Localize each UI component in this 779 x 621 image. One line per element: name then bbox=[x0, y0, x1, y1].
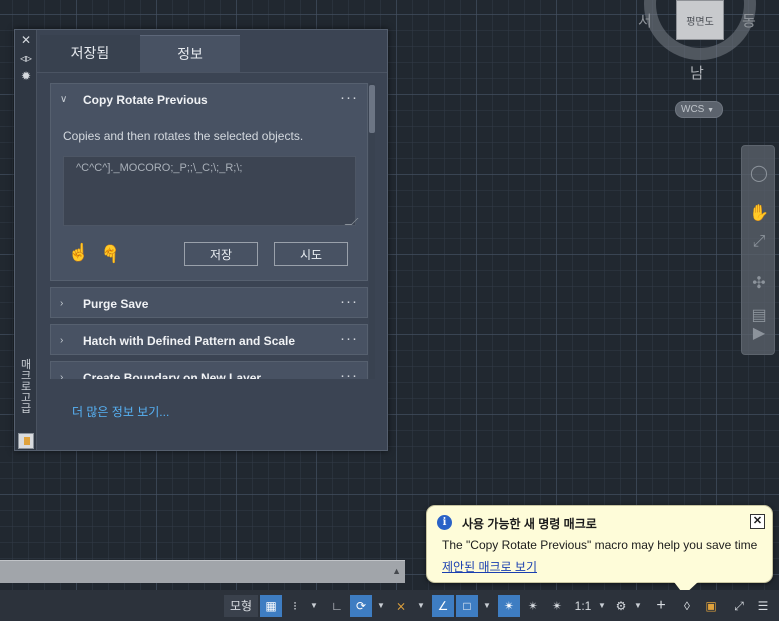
notification-title: 사용 가능한 새 명령 매크로 bbox=[462, 517, 597, 531]
ucs-menu[interactable]: WCS ▼ bbox=[675, 101, 723, 118]
macro-title: Create Boundary on New Layer bbox=[83, 371, 262, 379]
try-button[interactable]: 시도 bbox=[274, 242, 348, 266]
macro-card[interactable]: › Hatch with Defined Pattern and Scale ·… bbox=[50, 324, 368, 355]
chevron-down-icon[interactable]: ▼ bbox=[480, 595, 494, 617]
scrollbar-thumb[interactable] bbox=[369, 85, 375, 133]
macro-advisor-icon[interactable]: ▣ bbox=[700, 595, 722, 617]
chevron-down-icon[interactable]: ∨ bbox=[60, 94, 67, 105]
command-line[interactable]: ▲ bbox=[0, 560, 405, 583]
tab-saved[interactable]: 저장됨 bbox=[40, 35, 140, 72]
more-options-icon[interactable]: ··· bbox=[340, 89, 358, 106]
navigation-bar: ◯ ✋ ⤢ ✣ ▤ ▶ bbox=[741, 145, 775, 355]
more-options-icon[interactable]: ··· bbox=[340, 293, 358, 310]
model-space-button[interactable]: 모형 bbox=[224, 595, 258, 617]
showmotion-icon[interactable]: ▤ bbox=[749, 306, 769, 326]
macro-card[interactable]: › Purge Save ··· bbox=[50, 287, 368, 318]
chevron-down-icon[interactable]: ▼ bbox=[374, 595, 388, 617]
viewcube-face[interactable]: 평면도 bbox=[676, 0, 724, 40]
gear-icon[interactable]: ⚙ bbox=[610, 595, 632, 617]
more-options-icon[interactable]: ··· bbox=[340, 367, 358, 379]
chevron-down-icon[interactable]: ▼ bbox=[307, 595, 321, 617]
steering-wheel-icon[interactable]: ◯ bbox=[749, 164, 769, 184]
palette-title: 매크로 고급 bbox=[20, 359, 32, 415]
macro-card-header[interactable]: ∨ Copy Rotate Previous ··· bbox=[51, 84, 367, 116]
fullscreen-icon[interactable]: ⤢ bbox=[728, 595, 750, 617]
zoom-extents-icon[interactable]: ⤢ bbox=[749, 232, 769, 252]
more-info-link[interactable]: 더 많은 정보 보기... bbox=[72, 403, 169, 420]
macro-advisor-icon bbox=[18, 433, 34, 449]
chevron-down-icon: ▼ bbox=[707, 107, 715, 114]
status-bar: 모형 ▦ ⁝ ▼ ∟ ⟳ ▼ ⨯ ▼ ∠ □ ▼ ✴ ✴ ✴ 1:1 ▼ ⚙ ▼… bbox=[0, 590, 779, 621]
close-icon[interactable]: ✕ bbox=[750, 514, 765, 529]
ucs-label: WCS bbox=[681, 104, 705, 115]
suggested-macros-link[interactable]: 제안된 매크로 보기 bbox=[442, 558, 537, 575]
ortho-icon[interactable]: ∟ bbox=[326, 595, 348, 617]
isolate-objects-icon[interactable]: ◊ bbox=[676, 595, 698, 617]
macro-card[interactable]: › Create Boundary on New Layer ··· bbox=[50, 361, 368, 379]
autoscale-icon[interactable]: ✴ bbox=[522, 595, 544, 617]
polar-icon[interactable]: ⟳ bbox=[350, 595, 372, 617]
compass-south[interactable]: 남 bbox=[690, 62, 704, 83]
compass-east[interactable]: 동 bbox=[742, 10, 756, 31]
isodraft-icon[interactable]: ⨯ bbox=[390, 595, 412, 617]
annotation-scale-icon[interactable]: ✴ bbox=[546, 595, 568, 617]
notification-bubble: i 사용 가능한 새 명령 매크로 ✕ The "Copy Rotate Pre… bbox=[426, 505, 773, 583]
chevron-right-icon[interactable]: › bbox=[60, 372, 63, 379]
thumbs-up-icon[interactable]: ☝ bbox=[68, 243, 89, 263]
info-icon: i bbox=[437, 515, 452, 530]
macro-title: Copy Rotate Previous bbox=[83, 93, 208, 107]
grid-icon[interactable]: ▦ bbox=[260, 595, 282, 617]
properties-icon[interactable]: ✹ bbox=[19, 69, 33, 83]
macro-description: Copies and then rotates the selected obj… bbox=[63, 129, 304, 143]
more-options-icon[interactable]: ··· bbox=[340, 330, 358, 347]
chevron-down-icon[interactable]: ▼ bbox=[414, 595, 428, 617]
close-icon[interactable]: ✕ bbox=[19, 33, 33, 47]
chevron-down-icon[interactable]: ▼ bbox=[632, 595, 644, 617]
pan-hand-icon[interactable]: ✋ bbox=[749, 204, 769, 224]
tab-info[interactable]: 정보 bbox=[140, 35, 240, 72]
autohide-icon[interactable]: ◃▹ bbox=[19, 51, 33, 65]
object-snap-icon[interactable]: □ bbox=[456, 595, 478, 617]
viewcube[interactable]: 평면도 서 동 남 WCS ▼ bbox=[636, 0, 779, 120]
macro-card-expanded: ∨ Copy Rotate Previous ··· Copies and th… bbox=[50, 83, 368, 281]
macro-title: Purge Save bbox=[83, 297, 149, 311]
plus-icon[interactable]: + bbox=[650, 595, 672, 617]
save-button[interactable]: 저장 bbox=[184, 242, 258, 266]
macro-title: Hatch with Defined Pattern and Scale bbox=[83, 334, 296, 348]
play-icon[interactable]: ▶ bbox=[749, 324, 769, 344]
chevron-up-icon[interactable]: ▲ bbox=[392, 566, 401, 576]
macro-list: ∨ Copy Rotate Previous ··· Copies and th… bbox=[50, 83, 368, 379]
scrollbar[interactable] bbox=[369, 83, 375, 379]
thumbs-down-icon[interactable]: ☝ bbox=[100, 243, 121, 263]
chevron-right-icon[interactable]: › bbox=[60, 335, 63, 346]
palette-tabs: 저장됨 정보 bbox=[37, 30, 387, 73]
macro-advisor-palette: ✕ ◃▹ ✹ 매크로 고급 저장됨 정보 ∨ Copy Rotate Previ… bbox=[14, 29, 388, 451]
compass-west[interactable]: 서 bbox=[638, 10, 652, 31]
menu-icon[interactable]: ☰ bbox=[752, 595, 774, 617]
palette-title-strip[interactable]: ✕ ◃▹ ✹ 매크로 고급 bbox=[15, 30, 37, 450]
scale-label[interactable]: 1:1 bbox=[570, 595, 596, 617]
object-snap-tracking-icon[interactable]: ∠ bbox=[432, 595, 454, 617]
orbit-icon[interactable]: ✣ bbox=[749, 274, 769, 294]
chevron-right-icon[interactable]: › bbox=[60, 298, 63, 309]
annotation-visibility-icon[interactable]: ✴ bbox=[498, 595, 520, 617]
snap-icon[interactable]: ⁝ bbox=[285, 595, 305, 617]
macro-text-field[interactable]: ^C^C^]._MOCORO;_P;;\_C;\;_R;\; bbox=[63, 156, 356, 226]
chevron-down-icon[interactable]: ▼ bbox=[596, 595, 608, 617]
notification-message: The "Copy Rotate Previous" macro may hel… bbox=[442, 538, 758, 552]
